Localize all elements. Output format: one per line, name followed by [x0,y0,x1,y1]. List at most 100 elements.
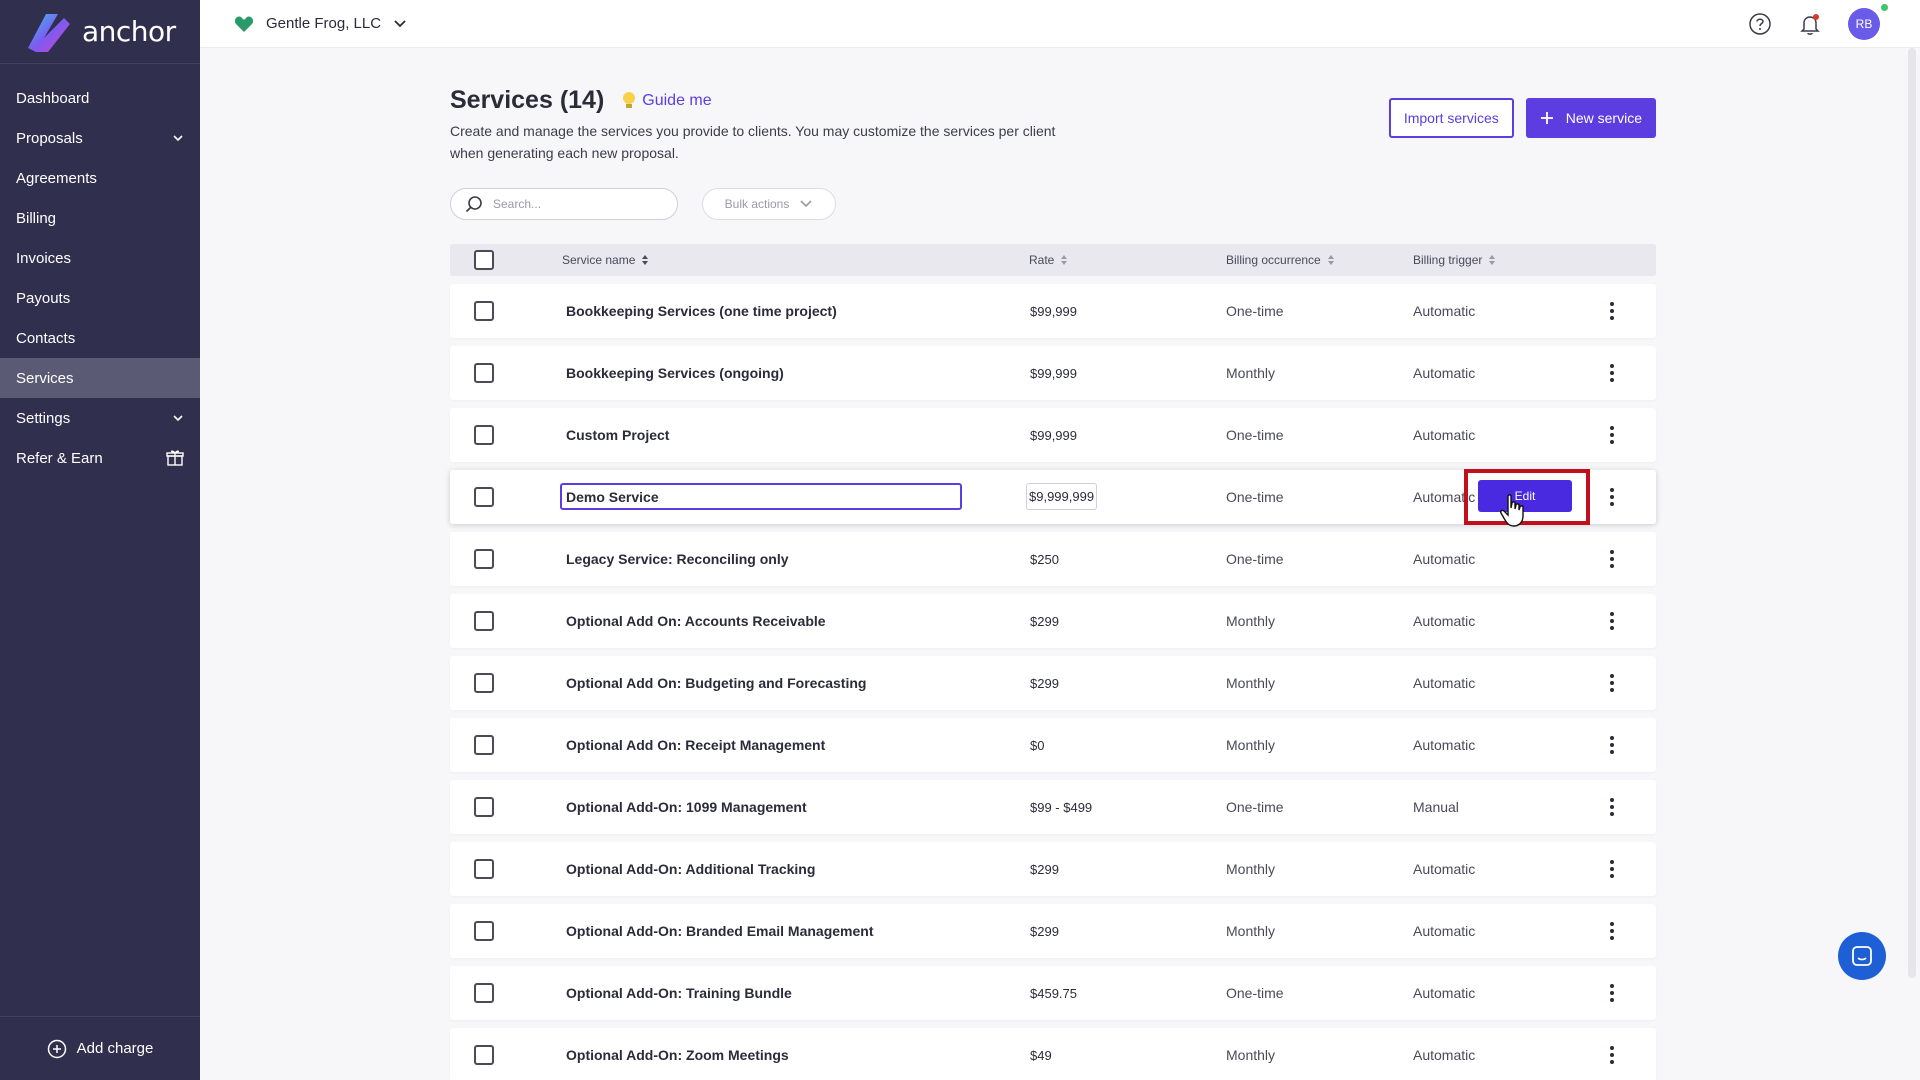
sidebar-item-label: Billing [16,209,57,227]
service-rate: $99,999 [1030,365,1077,381]
row-checkbox[interactable] [474,1045,494,1065]
table-row[interactable]: Demo Service $9,999,999 One-time Automat… [450,469,1656,527]
service-name-field[interactable]: Demo Service [560,483,962,510]
more-options-icon[interactable] [1604,594,1620,648]
table-row[interactable]: Optional Add On: Budgeting and Forecasti… [450,656,1656,710]
service-occurrence: Monthly [1226,923,1276,939]
more-options-icon[interactable] [1604,408,1620,462]
sort-icon [1489,255,1496,265]
service-name: Bookkeeping Services (ongoing) [566,365,784,381]
service-name: Optional Add On: Budgeting and Forecasti… [566,675,867,691]
table-row[interactable]: Custom Project $99,999 One-time Automati… [450,408,1656,462]
row-checkbox[interactable] [474,425,494,445]
table-row[interactable]: Optional Add On: Receipt Management $0 M… [450,718,1656,772]
more-options-icon[interactable] [1604,966,1620,1020]
hand-cursor-icon [1500,494,1524,527]
service-rate-field[interactable]: $9,999,999 [1026,483,1098,510]
search-box[interactable] [450,188,678,220]
more-options-icon[interactable] [1604,842,1620,896]
add-charge-button[interactable]: Add charge [0,1016,200,1080]
service-trigger: Manual [1413,799,1459,815]
row-select-cell [474,656,494,710]
more-options-icon[interactable] [1604,780,1620,834]
col-rate[interactable]: Rate [1029,244,1068,276]
row-checkbox[interactable] [474,859,494,879]
more-options-icon[interactable] [1604,1028,1620,1080]
sidebar-item-contacts[interactable]: Contacts [0,318,200,358]
sidebar-item-services[interactable]: Services [0,358,200,398]
bell-icon[interactable] [1798,12,1822,36]
row-select-cell [474,1028,494,1080]
service-occurrence: Monthly [1226,365,1276,381]
table-row[interactable]: Optional Add-On: Branded Email Managemen… [450,904,1656,958]
table-row[interactable]: Bookkeeping Services (one time project) … [450,284,1656,338]
row-checkbox[interactable] [474,735,494,755]
table-row[interactable]: Optional Add On: Accounts Receivable $29… [450,594,1656,648]
more-options-icon[interactable] [1604,346,1620,400]
row-checkbox[interactable] [474,301,494,321]
more-options-icon[interactable] [1604,656,1620,710]
more-options-icon[interactable] [1604,718,1620,772]
row-checkbox[interactable] [474,983,494,1003]
row-checkbox[interactable] [474,549,494,569]
sidebar-item-label: Payouts [16,289,71,307]
sidebar-item-label: Refer & Earn [16,449,103,467]
sidebar-item-proposals[interactable]: Proposals [0,118,200,158]
more-options-icon[interactable] [1604,284,1620,338]
service-trigger: Automatic [1413,861,1476,877]
chevron-down-icon [173,135,183,142]
col-service-name[interactable]: Service name [562,244,649,276]
row-checkbox[interactable] [474,487,494,507]
sidebar-item-settings[interactable]: Settings [0,398,200,438]
table-row[interactable]: Optional Add-On: Additional Tracking $29… [450,842,1656,896]
service-rate: $99,999 [1030,303,1077,319]
sidebar-item-invoices[interactable]: Invoices [0,238,200,278]
topbar: Gentle Frog, LLC RB [200,0,1920,48]
table-row[interactable]: Legacy Service: Reconciling only $250 On… [450,532,1656,586]
avatar-initials: RB [1855,17,1873,31]
row-select-cell [474,346,494,400]
service-trigger: Automatic [1413,737,1476,753]
sidebar-item-refer-earn[interactable]: Refer & Earn [0,438,200,478]
service-rate: $49 [1030,1047,1052,1063]
new-service-button[interactable]: New service [1525,98,1656,138]
bulk-actions-label: Bulk actions [724,197,790,211]
page-title: Services (14) [450,86,605,114]
sidebar-item-payouts[interactable]: Payouts [0,278,200,318]
sidebar-item-dashboard[interactable]: Dashboard [0,78,200,118]
service-occurrence: One-time [1226,799,1284,815]
org-switcher[interactable]: Gentle Frog, LLC [234,15,407,33]
chat-launcher-button[interactable] [1838,932,1886,980]
row-select-cell [474,284,494,338]
page-scrollbar[interactable] [1908,48,1916,978]
more-options-icon[interactable] [1604,470,1620,524]
table-row[interactable]: Optional Add-On: Training Bundle $459.75… [450,966,1656,1020]
col-rate-label: Rate [1029,253,1055,267]
gift-icon [166,450,184,466]
anchor-logo[interactable]: anchor [0,0,200,64]
bulk-actions-dropdown[interactable]: Bulk actions [702,188,836,220]
more-options-icon[interactable] [1604,532,1620,586]
guide-me-link[interactable]: Guide me [622,91,712,111]
select-all-checkbox[interactable] [474,250,494,270]
avatar[interactable]: RB [1848,4,1888,40]
sidebar-item-label: Dashboard [16,89,90,107]
row-checkbox[interactable] [474,363,494,383]
import-services-button[interactable]: Import services [1388,98,1514,138]
row-checkbox[interactable] [474,797,494,817]
search-input[interactable] [493,197,653,211]
col-billing-occurrence[interactable]: Billing occurrence [1226,244,1335,276]
table-row[interactable]: Optional Add-On: Zoom Meetings $49 Month… [450,1028,1656,1080]
row-checkbox[interactable] [474,921,494,941]
row-checkbox[interactable] [474,611,494,631]
sidebar-item-billing[interactable]: Billing [0,198,200,238]
col-billing-trigger[interactable]: Billing trigger [1413,244,1496,276]
sidebar-item-agreements[interactable]: Agreements [0,158,200,198]
service-trigger: Automatic [1413,551,1476,567]
table-row[interactable]: Bookkeeping Services (ongoing) $99,999 M… [450,346,1656,400]
row-checkbox[interactable] [474,673,494,693]
row-select-cell [474,470,494,524]
more-options-icon[interactable] [1604,904,1620,958]
table-row[interactable]: Optional Add-On: 1099 Management $99 - $… [450,780,1656,834]
help-icon[interactable] [1748,12,1772,36]
